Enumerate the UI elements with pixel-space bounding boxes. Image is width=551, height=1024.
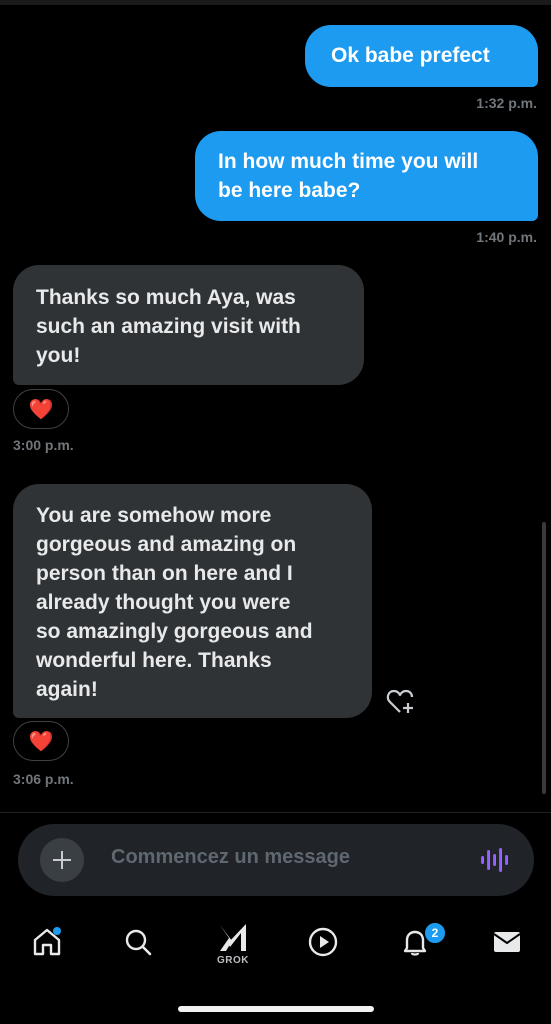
- outgoing-message[interactable]: In how much time you will be here babe?: [195, 131, 538, 221]
- incoming-message[interactable]: You are somehow more gorgeous and amazin…: [13, 484, 372, 718]
- plus-icon[interactable]: [40, 838, 84, 882]
- message-text-line: already thought you were: [36, 591, 291, 614]
- message-timestamp: 1:40 p.m.: [476, 229, 537, 245]
- message-text-line: In how much time you will: [218, 150, 479, 173]
- message-timestamp: 3:06 p.m.: [13, 771, 74, 787]
- heart-icon: ❤️: [28, 398, 54, 421]
- message-composer[interactable]: Commencez un message: [18, 824, 534, 896]
- bottom-nav: [0, 912, 551, 982]
- heart-reaction[interactable]: ❤️: [13, 389, 69, 429]
- add-reaction-icon[interactable]: [386, 688, 416, 716]
- message-text-line: be here babe?: [218, 179, 361, 202]
- divider: [0, 812, 551, 813]
- message-timestamp: 1:32 p.m.: [476, 95, 537, 111]
- search-icon[interactable]: [108, 912, 168, 972]
- message-text-line: You are somehow more: [36, 504, 272, 527]
- message-thread[interactable]: Ok babe prefect 1:32 p.m. In how much ti…: [0, 0, 551, 812]
- message-text-line: wonderful here. Thanks: [36, 649, 272, 672]
- message-text-line: you!: [36, 344, 81, 367]
- heart-reaction[interactable]: ❤️: [13, 721, 69, 761]
- message-text: Ok babe prefect: [331, 44, 490, 67]
- outgoing-message[interactable]: Ok babe prefect: [305, 25, 538, 87]
- notifications-badge: 2: [423, 921, 447, 945]
- message-text-line: so amazingly gorgeous and: [36, 620, 313, 643]
- message-text-line: such an amazing visit with: [36, 315, 301, 338]
- scrollbar[interactable]: [542, 522, 546, 794]
- play-icon[interactable]: [293, 912, 353, 972]
- home-icon[interactable]: [17, 912, 77, 972]
- incoming-message[interactable]: Thanks so much Aya, was such an amazing …: [13, 265, 364, 385]
- grok-label: GROK: [217, 955, 249, 966]
- message-timestamp: 3:00 p.m.: [13, 437, 74, 453]
- mail-icon[interactable]: [477, 912, 537, 972]
- message-text-line: person than on here and I: [36, 562, 293, 585]
- message-text-line: Thanks so much Aya, was: [36, 286, 296, 309]
- message-text-line: gorgeous and amazing on: [36, 533, 297, 556]
- message-input[interactable]: Commencez un message: [111, 846, 350, 869]
- voice-waveform-icon[interactable]: [480, 846, 510, 874]
- heart-icon: ❤️: [28, 730, 54, 753]
- home-indicator[interactable]: [178, 1006, 374, 1012]
- message-text-line: again!: [36, 678, 98, 701]
